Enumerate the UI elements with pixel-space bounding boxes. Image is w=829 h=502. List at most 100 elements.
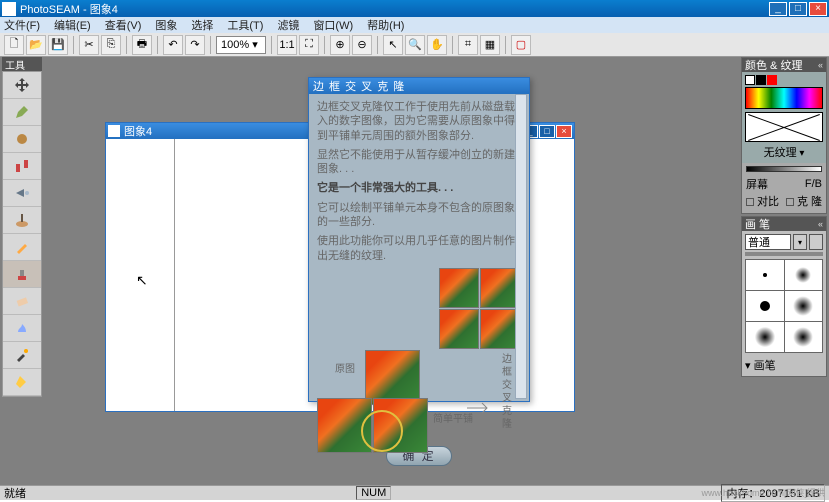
dialog-text-2: 显然它不能使用于从暂存缓冲创立的新建图象. . . — [317, 148, 521, 177]
brush-preset-3[interactable] — [746, 291, 784, 321]
tool-paint[interactable] — [3, 207, 41, 234]
dialog-scrollbar[interactable] — [515, 94, 527, 399]
color-texture-panel: 颜色 & 纹理« 无纹理 ▾ 屏幕F/B 对比克 隆 — [741, 57, 827, 214]
status-num: NUM — [356, 486, 391, 500]
menu-window[interactable]: 窗口(W) — [313, 17, 353, 33]
swatch-red[interactable] — [767, 75, 777, 85]
watermark: www.hackhome.com[网侠]提供 — [701, 486, 825, 499]
sample-tile-1 — [439, 268, 479, 308]
right-panels: 颜色 & 纹理« 无纹理 ▾ 屏幕F/B 对比克 隆 画 笔« — [741, 57, 827, 377]
label-simple-tile: 简单平铺 — [433, 413, 473, 426]
window-buttons: _ □ × — [769, 2, 827, 16]
copy-button[interactable]: ⎘ — [101, 35, 121, 55]
sample-original — [365, 350, 420, 405]
cross-clone-dialog: 边 框 交 叉 克 隆 边框交叉克隆仅工作于使用先前从磁盘载入的数字图像，因为它… — [308, 77, 530, 402]
toolbar: 🗋 📂 💾 ✂ ⎘ 🖶 ↶ ↷ 100% ▾ 1:1 ⛶ ⊕ ⊖ ↖ 🔍 ✋ ⌗… — [0, 33, 829, 57]
maximize-button[interactable]: □ — [789, 2, 807, 16]
dialog-text-3: 它是一个非常强大的工具. . . — [317, 181, 521, 195]
brush-panel-title: 画 笔 — [745, 216, 770, 232]
texture-preview[interactable] — [745, 112, 823, 142]
brightness-slider[interactable] — [746, 166, 822, 172]
tool-panel-header: 工具 — [2, 57, 42, 71]
brush-preset-grid — [745, 259, 823, 353]
panel-collapse-icon[interactable]: « — [818, 60, 823, 70]
status-ready: 就绪 — [4, 485, 26, 501]
brush-panel-collapse-icon[interactable]: « — [818, 219, 823, 229]
child-window-title: 图象4 — [124, 123, 152, 139]
brush-mode-extra-button[interactable] — [809, 234, 823, 250]
close-button[interactable]: × — [809, 2, 827, 16]
hand-button[interactable]: ✋ — [427, 35, 447, 55]
dialog-illustration: 原图 边框 交叉 克隆 简单平铺 — [317, 268, 521, 446]
grid-button[interactable]: ▦ — [480, 35, 500, 55]
brush-preset-2[interactable] — [785, 260, 823, 290]
child-close-button[interactable]: × — [556, 125, 572, 138]
screen-label: 屏幕 — [746, 176, 768, 192]
minimize-button[interactable]: _ — [769, 2, 787, 16]
highlight-circle-icon — [361, 410, 403, 452]
menu-file[interactable]: 文件(F) — [4, 17, 40, 33]
menu-tools[interactable]: 工具(T) — [227, 17, 263, 33]
brush-panel: 画 笔« 普通 ▾ ▾ 画笔 — [741, 216, 827, 377]
dialog-text-5: 使用此功能你可以用几乎任意的图片制作出无缝的纹理. — [317, 234, 521, 263]
clone-checkbox[interactable] — [786, 198, 794, 206]
tool-smudge[interactable] — [3, 315, 41, 342]
titlebar: PhotoSEAM - 图象4 _ □ × — [0, 0, 829, 17]
swatch-black[interactable] — [756, 75, 766, 85]
tool-brush-soft[interactable] — [3, 126, 41, 153]
dialog-titlebar[interactable]: 边 框 交 叉 克 隆 — [309, 78, 529, 94]
tool-move[interactable] — [3, 72, 41, 99]
zoom-11-button[interactable]: 1:1 — [277, 35, 297, 55]
tool-pen[interactable] — [3, 99, 41, 126]
redo-button[interactable]: ↷ — [185, 35, 205, 55]
child-window-icon — [108, 125, 120, 137]
color-spectrum[interactable] — [745, 87, 823, 109]
pointer-button[interactable]: ↖ — [383, 35, 403, 55]
zoom-in-button[interactable]: ⊕ — [330, 35, 350, 55]
sample-tile-4 — [480, 309, 520, 349]
brush-section-label[interactable]: 画笔 — [754, 360, 776, 372]
menu-edit[interactable]: 编辑(E) — [54, 17, 91, 33]
brush-mode-select[interactable]: 普通 — [745, 234, 791, 250]
app-icon — [2, 2, 16, 16]
fb-label: F/B — [805, 178, 822, 190]
zoom-out-button[interactable]: ⊖ — [352, 35, 372, 55]
tool-pencil[interactable] — [3, 234, 41, 261]
brush-preset-1[interactable] — [746, 260, 784, 290]
tool-fill[interactable] — [3, 369, 41, 396]
canvas-guide-line — [174, 139, 175, 411]
tool-eraser[interactable] — [3, 288, 41, 315]
brush-preset-4[interactable] — [785, 291, 823, 321]
contrast-checkbox[interactable] — [746, 198, 754, 206]
menu-view[interactable]: 查看(V) — [105, 17, 142, 33]
sample-tile-3 — [439, 309, 479, 349]
tool-color-picker[interactable] — [3, 342, 41, 369]
brush-preset-5[interactable] — [746, 322, 784, 352]
dialog-text-4: 它可以绘制平铺单元本身不包含的原图象的一些部分. — [317, 201, 521, 230]
tool-stamp[interactable] — [3, 261, 41, 288]
brush-preset-6[interactable] — [785, 322, 823, 352]
menu-filter[interactable]: 滤镜 — [277, 17, 299, 33]
crop-button[interactable]: ⌗ — [458, 35, 478, 55]
menu-image[interactable]: 图象 — [155, 17, 177, 33]
brush-size-slider[interactable] — [745, 252, 823, 256]
record-button[interactable]: ▢ — [511, 35, 531, 55]
menu-help[interactable]: 帮助(H) — [367, 17, 404, 33]
open-button[interactable]: 📂 — [26, 35, 46, 55]
zoom-fit-button[interactable]: ⛶ — [299, 35, 319, 55]
tool-panel: 工具 — [2, 57, 42, 397]
child-maximize-button[interactable]: □ — [539, 125, 555, 138]
zoom-select[interactable]: 100% ▾ — [216, 36, 266, 54]
new-button[interactable]: 🗋 — [4, 35, 24, 55]
cut-button[interactable]: ✂ — [79, 35, 99, 55]
print-button[interactable]: 🖶 — [132, 35, 152, 55]
menu-select[interactable]: 选择 — [191, 17, 213, 33]
color-swatches — [745, 75, 823, 85]
save-button[interactable]: 💾 — [48, 35, 68, 55]
swatch-white[interactable] — [745, 75, 755, 85]
undo-button[interactable]: ↶ — [163, 35, 183, 55]
tool-clone[interactable] — [3, 153, 41, 180]
magnify-button[interactable]: 🔍 — [405, 35, 425, 55]
tool-airbrush[interactable] — [3, 180, 41, 207]
brush-mode-dropdown-icon[interactable]: ▾ — [793, 234, 807, 250]
